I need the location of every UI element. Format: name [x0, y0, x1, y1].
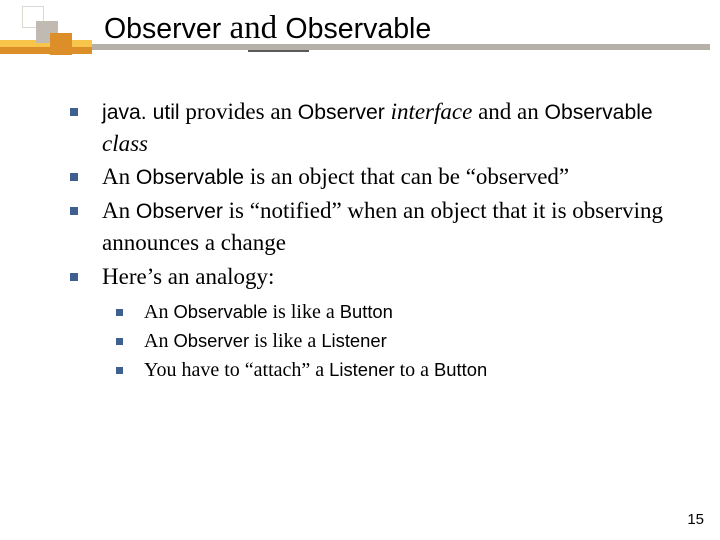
text-code: Observer — [136, 200, 223, 223]
slide-title: Observer and Observable — [104, 10, 431, 47]
bullet-icon — [70, 108, 78, 116]
title-underline-and — [248, 50, 309, 52]
text-plain: is an object that can be “observed” — [244, 164, 569, 189]
text-code: Button — [340, 301, 393, 322]
text-code: Listener — [321, 330, 386, 351]
text-plain: An — [144, 330, 173, 352]
text-plain: You have to “attach” a — [144, 359, 329, 381]
text-italic: interface — [385, 99, 473, 124]
text-plain: and an — [472, 99, 544, 124]
list-item: An Observable is like a Button — [110, 298, 680, 327]
list-item: java. util provides an Observer interfac… — [60, 96, 680, 159]
text-code: Listener — [329, 359, 394, 380]
text-code: Observer — [298, 101, 385, 124]
text-code: Button — [434, 359, 487, 380]
deco-bar-orange — [0, 47, 92, 54]
text-code: Observable — [544, 101, 652, 124]
list-item: You have to “attach” a Listener to a But… — [110, 356, 680, 385]
bullet-icon — [70, 207, 78, 215]
bullet-icon — [116, 338, 123, 345]
bullet-icon — [70, 273, 78, 281]
text-code: java. util — [102, 101, 180, 124]
text-code: Observable — [173, 301, 267, 322]
title-and: and — [221, 10, 285, 46]
list-item: An Observer is like a Listener — [110, 327, 680, 356]
text-plain: to a — [395, 359, 434, 381]
text-plain: is like a — [249, 330, 321, 352]
bullet-icon — [116, 367, 123, 374]
page-number: 15 — [687, 511, 704, 528]
text-code: Observable — [136, 166, 244, 189]
text-plain: provides an — [180, 99, 298, 124]
list-item: An Observer is “notified” when an object… — [60, 195, 680, 258]
text-code: Observer — [173, 330, 249, 351]
text-plain: An — [102, 164, 136, 189]
bullet-icon — [116, 309, 123, 316]
text-plain: is like a — [268, 301, 340, 323]
title-word-1: Observer — [104, 13, 221, 45]
text-plain: Here’s an analogy: — [102, 264, 274, 289]
text-italic: class — [102, 131, 148, 156]
text-plain: An — [144, 301, 173, 323]
list-item: An Observable is an object that can be “… — [60, 161, 680, 193]
sub-list: An Observable is like a Button An Observ… — [110, 298, 680, 385]
bullet-icon — [70, 173, 78, 181]
deco-square-orange — [50, 33, 72, 55]
text-plain: An — [102, 198, 136, 223]
list-item: Here’s an analogy: — [60, 261, 680, 293]
title-word-2: Observable — [285, 13, 431, 45]
slide-body: java. util provides an Observer interfac… — [60, 96, 680, 385]
